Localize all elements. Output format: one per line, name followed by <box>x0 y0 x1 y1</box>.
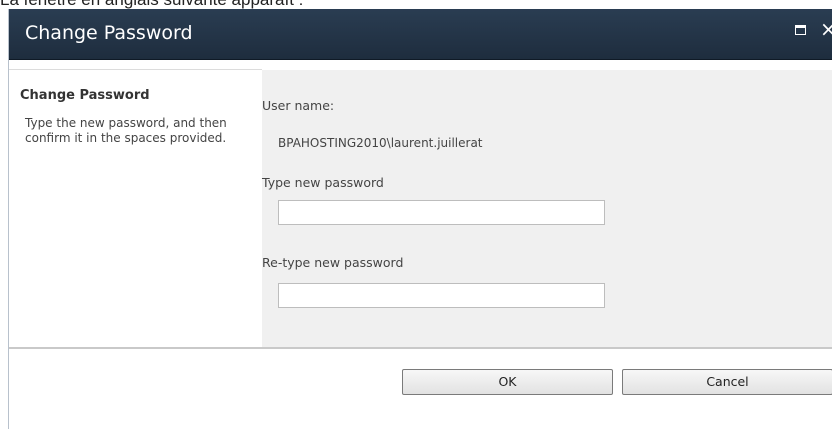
change-password-dialog: Change Password × Change Password Type t… <box>8 9 832 429</box>
form-pane: User name: BPAHOSTING2010\laurent.juille… <box>262 70 832 347</box>
section-title: Change Password <box>20 88 150 103</box>
footer-divider <box>9 347 832 349</box>
new-password-input[interactable] <box>278 200 605 225</box>
section-description: Type the new password, and then confirm … <box>25 116 227 145</box>
retype-password-label: Re-type new password <box>262 255 404 270</box>
username-value: BPAHOSTING2010\laurent.juillerat <box>278 136 483 150</box>
username-label: User name: <box>262 98 335 113</box>
new-password-label: Type new password <box>262 175 384 190</box>
dialog-titlebar: Change Password × <box>9 9 832 60</box>
cancel-button[interactable]: Cancel <box>622 369 832 395</box>
dialog-content: Change Password Type the new password, a… <box>9 60 832 347</box>
section-description-pane: Change Password Type the new password, a… <box>9 70 262 347</box>
dialog-title: Change Password <box>25 22 193 44</box>
close-icon[interactable]: × <box>820 17 832 41</box>
maximize-icon[interactable] <box>795 25 806 35</box>
ok-button[interactable]: OK <box>402 369 613 395</box>
retype-password-input[interactable] <box>278 283 605 308</box>
